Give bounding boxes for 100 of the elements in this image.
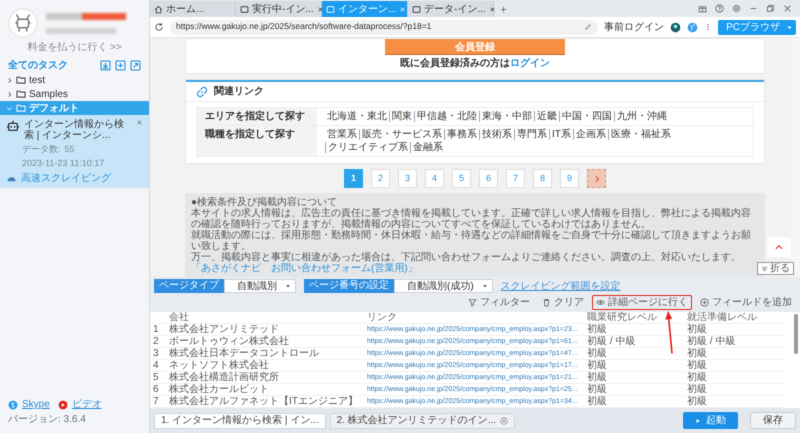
notice-text: 万一、掲載内容と事実に相違があった場合は、下記問い合わせフォームよりご連絡ください。調査の上、対応いたします。 (191, 252, 742, 263)
reload-icon[interactable] (154, 22, 164, 32)
row-number: 3 (150, 348, 166, 360)
download-icon[interactable] (100, 60, 111, 70)
table-cell: ボールトゥウィン株式会社 (166, 336, 364, 348)
chevron-down-icon[interactable] (6, 104, 13, 112)
pen-icon[interactable] (584, 23, 592, 31)
table-cell: 初級 (584, 348, 684, 360)
table-cell: 初級 / 中級 (684, 336, 784, 348)
page-type-label: ページタイプ (154, 279, 224, 293)
page-icon (412, 4, 421, 14)
notice-text: 本サイトの求人情報は、広告主の責任に基づき情報を掲載しています。正確で詳しい求人情報を目指し、弊社による掲載内容の確認を随時行っておりますが、掲載情報の内容についてすべてを保証しているわけではありません。 (191, 208, 752, 230)
page-icon (326, 4, 335, 14)
toolbar-button[interactable]: フィルター (464, 295, 534, 310)
browser-tab[interactable]: データ-イン... (408, 1, 494, 17)
page-type-select[interactable]: 自動識別 (224, 279, 296, 293)
eye-icon (596, 298, 605, 307)
category-link[interactable]: 中国・四国 (559, 111, 614, 122)
category-link[interactable]: 企画系 (572, 129, 608, 140)
login-link[interactable]: ログイン (510, 58, 550, 69)
start-button[interactable]: 起動 (683, 412, 738, 429)
prelogin-button[interactable]: 事前ログイン (604, 22, 664, 32)
folder-item[interactable]: test (0, 73, 149, 87)
category-link[interactable]: 九州・沖縄 (614, 111, 669, 122)
version-label: バージョン: 3.6.4 (8, 414, 86, 425)
close-icon[interactable] (316, 6, 324, 12)
category-link[interactable]: 専門系 (514, 129, 549, 140)
category-link[interactable]: 金融系 (410, 142, 445, 153)
back-to-top-button[interactable] (767, 237, 791, 257)
page-number-label: ページ番号の設定 (304, 279, 394, 293)
category-link[interactable]: 販売・サービス系 (359, 129, 444, 140)
category-link[interactable]: 技術系 (479, 129, 514, 140)
category-link[interactable]: 関東 (389, 111, 414, 122)
task-title: インターン情報から検索 | インターンシ... (24, 119, 125, 141)
url-field[interactable]: https://www.gakujo.ne.jp/2025/search/software-dataprocess/?p18=1 (170, 20, 598, 34)
browser-tab[interactable]: ホーム... (150, 1, 236, 17)
category-link[interactable]: 医療・福祉系 (608, 129, 673, 140)
notice-text: 就職活動の際には、採用形態・勤務時間・休日休暇・給与・待遇などの詳細情報をご自身で十分に確認して頂きますようお願い致します。 (191, 230, 752, 252)
account-icon[interactable] (670, 22, 682, 32)
skype-icon (8, 400, 18, 410)
help-icon[interactable] (715, 4, 724, 13)
close-circle-icon[interactable] (500, 416, 508, 424)
task-tab[interactable]: 1. インターン情報から検索 | イン... (154, 412, 326, 428)
table-cell: 株式会社カールビット (166, 384, 364, 396)
row-label: エリアを指定して探す (197, 108, 317, 125)
row-number: 1 (150, 324, 166, 336)
table-cell: 初級 (584, 372, 684, 384)
category-link[interactable]: クリエイティブ系 (325, 142, 410, 153)
close-icon[interactable] (783, 4, 792, 13)
toolbar-button[interactable]: クリア (538, 295, 588, 310)
browser-tab[interactable]: 実行中-イン... (236, 1, 322, 17)
table-cell: 初級 (684, 324, 784, 336)
table-cell: 初級 / 中級 (584, 336, 684, 348)
category-link[interactable]: 甲信越・北陸 (414, 111, 479, 122)
collapse-button[interactable]: 折る (757, 262, 794, 275)
caret-icon (285, 283, 291, 289)
category-link[interactable]: 事務系 (444, 129, 479, 140)
folder-item[interactable]: Samples (0, 87, 149, 101)
link-icon (196, 86, 208, 98)
column-header: 就活準備レベル (684, 312, 784, 324)
play-icon (695, 418, 701, 424)
category-link[interactable]: 近畿 (534, 111, 559, 122)
toolbar-button[interactable]: 詳細ページに行く (592, 295, 692, 310)
row-number: 6 (150, 384, 166, 396)
chevron-right-icon[interactable] (6, 76, 13, 84)
category-link[interactable]: 営業系 (325, 129, 359, 140)
data-count: 55 (64, 145, 75, 155)
table-cell: 株式会社構造計画研究所 (166, 372, 364, 384)
double-chevron-icon (761, 265, 768, 272)
upgrade-link[interactable]: 料金を払うに行く >> (27, 42, 122, 53)
new-tab-icon[interactable] (499, 5, 508, 14)
trash-icon (542, 298, 551, 307)
column-header: リンク (364, 312, 584, 324)
category-link[interactable]: IT系 (549, 129, 573, 140)
page-number-select[interactable]: 自動識別(成功) (394, 279, 493, 293)
save-button[interactable]: 保存 (750, 412, 796, 429)
category-link[interactable]: 北海道・東北 (325, 111, 389, 122)
table-cell: 初級 (684, 384, 784, 396)
notice-title: ●検索条件及び掲載内容について (191, 197, 338, 208)
settings-icon[interactable] (732, 4, 741, 13)
filter-icon (468, 298, 477, 307)
chevron-right-icon[interactable] (6, 90, 13, 98)
category-link[interactable]: 東海・中部 (479, 111, 534, 122)
table-cell: 株式会社日本データコントロール (166, 348, 364, 360)
close-icon[interactable] (488, 6, 496, 12)
task-tab[interactable]: 2. 株式会社アンリミテッドのイン... (330, 412, 516, 428)
page-icon (240, 4, 249, 14)
toolbar-button[interactable]: フィールドを追加 (696, 295, 796, 310)
table-cell: 株式会社アンリミテッド (166, 324, 364, 336)
restore-icon[interactable] (766, 4, 775, 13)
annotation-arrow (665, 311, 673, 354)
export-icon[interactable] (130, 60, 141, 70)
column-header: 会社 (166, 312, 364, 324)
row-number: 4 (150, 360, 166, 372)
row-number: 5 (150, 372, 166, 384)
add-icon[interactable] (115, 60, 126, 70)
avatar-icon (8, 8, 38, 38)
scrollbar (794, 314, 798, 354)
section-heading: 関連リンク (214, 86, 264, 97)
login-prompt: 既に会員登録済みの方はログイン (400, 58, 550, 69)
